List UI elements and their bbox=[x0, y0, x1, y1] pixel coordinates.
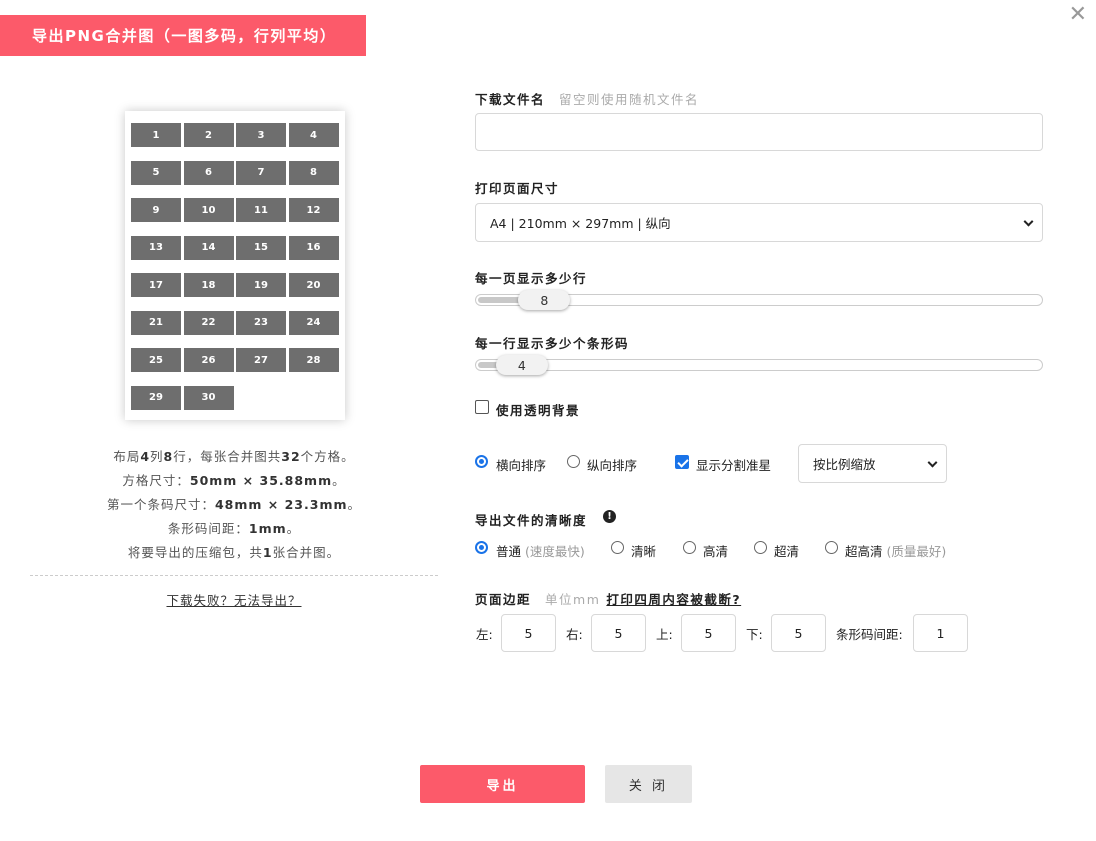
preview-cell: 19 bbox=[236, 273, 286, 297]
dialog-title: 导出PNG合并图（一图多码，行列平均） bbox=[0, 15, 366, 56]
summary-layout-line: 布局4列8行，每张合并图共32个方格。 bbox=[113, 449, 355, 464]
page-size-value: A4 | 210mm × 297mm | 纵向 bbox=[490, 216, 671, 231]
quality-label: 导出文件的清晰度 bbox=[475, 513, 588, 528]
preview-cell: 26 bbox=[183, 348, 234, 372]
close-icon[interactable]: ✕ bbox=[1069, 2, 1087, 27]
codes-slider-thumb[interactable]: 4 bbox=[495, 355, 548, 375]
summary-barcode-size-line: 第一个条码尺寸：48mm × 23.3mm。 bbox=[106, 497, 362, 512]
margin-bottom-input[interactable]: 5 bbox=[771, 614, 826, 652]
preview-cell: 3 bbox=[236, 123, 286, 147]
preview-cell: 5 bbox=[131, 160, 181, 185]
margin-left-label: 左: bbox=[476, 627, 493, 642]
preview-cell: 22 bbox=[183, 310, 234, 335]
quality-option-radio[interactable] bbox=[754, 541, 767, 554]
quality-option-label: 普通 (速度最快) bbox=[496, 544, 585, 559]
margin-bottom-label: 下: bbox=[746, 627, 763, 642]
chevron-down-icon bbox=[1023, 216, 1034, 227]
quality-option-label: 高清 bbox=[703, 544, 729, 559]
preview-cell: 14 bbox=[183, 235, 234, 260]
margin-top-label: 上: bbox=[656, 627, 673, 642]
truncation-help-link[interactable]: 打印四周内容被截断? bbox=[606, 592, 741, 607]
layout-preview: 1 2 3 4 5 6 7 8 9 10 11 12 13 14 15 16 17 18 19 20 21 22 23 24 2… bbox=[125, 111, 345, 420]
crop-marks-label: 显示分割准星 bbox=[696, 458, 772, 473]
scale-mode-value: 按比例缩放 bbox=[813, 457, 876, 472]
preview-cell: 16 bbox=[288, 235, 339, 260]
quality-option-label: 超高清 (质量最好) bbox=[845, 544, 947, 559]
summary-cell-size-line: 方格尺寸：50mm × 35.88mm。 bbox=[122, 473, 346, 488]
quality-option-radio[interactable] bbox=[611, 541, 624, 554]
margin-left-input[interactable]: 5 bbox=[501, 614, 556, 652]
sort-horizontal-label: 横向排序 bbox=[496, 458, 547, 473]
preview-cell: 12 bbox=[288, 198, 339, 222]
filename-hint: 留空则使用随机文件名 bbox=[559, 92, 700, 107]
preview-cell: 17 bbox=[131, 273, 181, 297]
filename-label: 下载文件名 留空则使用随机文件名 bbox=[475, 92, 700, 107]
chevron-down-icon bbox=[927, 457, 938, 468]
preview-cell: 4 bbox=[288, 123, 339, 147]
preview-cell: 9 bbox=[131, 198, 181, 222]
preview-cell: 23 bbox=[236, 310, 286, 335]
preview-cell: 2 bbox=[183, 123, 234, 147]
preview-cell: 11 bbox=[236, 198, 286, 222]
barcode-gap-label: 条形码间距: bbox=[836, 627, 903, 642]
preview-cell: 10 bbox=[183, 198, 234, 222]
preview-cell: 29 bbox=[131, 385, 181, 410]
sort-horizontal-radio[interactable] bbox=[475, 455, 488, 468]
preview-cell: 24 bbox=[288, 310, 339, 335]
preview-cell: 27 bbox=[236, 348, 286, 372]
quality-option-label: 超清 bbox=[774, 544, 800, 559]
preview-cell: 8 bbox=[288, 160, 339, 185]
scale-mode-select[interactable]: 按比例缩放 bbox=[798, 444, 947, 483]
margin-right-input[interactable]: 5 bbox=[591, 614, 646, 652]
crop-marks-checkbox[interactable] bbox=[675, 455, 689, 469]
barcode-gap-input[interactable]: 1 bbox=[913, 614, 968, 652]
summary-spacing-line: 条形码间距：1mm。 bbox=[167, 521, 301, 536]
preview-cell: 25 bbox=[131, 348, 181, 372]
quality-option-radio[interactable] bbox=[825, 541, 838, 554]
filename-input[interactable] bbox=[475, 113, 1043, 151]
preview-cell: 1 bbox=[131, 123, 181, 147]
preview-cell: 6 bbox=[183, 160, 234, 185]
preview-cell: 30 bbox=[183, 385, 234, 410]
margin-top-input[interactable]: 5 bbox=[681, 614, 736, 652]
margins-unit-hint: 单位mm bbox=[545, 592, 601, 607]
page-size-select[interactable]: A4 | 210mm × 297mm | 纵向 bbox=[475, 203, 1043, 242]
margins-label: 页面边距 单位mm 打印四周内容被截断? bbox=[475, 592, 742, 607]
transparent-bg-label: 使用透明背景 bbox=[496, 403, 581, 418]
preview-cell: 28 bbox=[288, 348, 339, 372]
transparent-bg-checkbox[interactable] bbox=[475, 400, 489, 414]
sort-vertical-label: 纵向排序 bbox=[587, 458, 638, 473]
page-size-label: 打印页面尺寸 bbox=[475, 181, 560, 196]
rows-slider-thumb[interactable]: 8 bbox=[518, 290, 571, 310]
preview-cell: 7 bbox=[236, 160, 286, 185]
preview-cell: 13 bbox=[131, 235, 181, 260]
codes-per-row-label: 每一行显示多少个条形码 bbox=[475, 336, 630, 351]
sort-vertical-radio[interactable] bbox=[567, 455, 580, 468]
divider bbox=[30, 575, 438, 576]
quality-option-radio[interactable] bbox=[475, 541, 488, 554]
export-button[interactable]: 导出 bbox=[420, 765, 585, 803]
layout-summary: 布局4列8行，每张合并图共32个方格。 方格尺寸：50mm × 35.88mm。… bbox=[30, 445, 438, 565]
preview-cell: 20 bbox=[288, 273, 339, 297]
preview-cell: 18 bbox=[183, 273, 234, 297]
quality-option-label: 清晰 bbox=[631, 544, 657, 559]
info-icon[interactable]: ! bbox=[603, 510, 616, 523]
rows-per-page-slider[interactable]: 8 bbox=[475, 290, 1043, 310]
download-failed-link[interactable]: 下载失败？无法导出？ bbox=[30, 590, 438, 609]
codes-per-row-slider[interactable]: 4 bbox=[475, 355, 1043, 375]
preview-cell: 21 bbox=[131, 310, 181, 335]
preview-cell: 15 bbox=[236, 235, 286, 260]
rows-per-page-label: 每一页显示多少行 bbox=[475, 271, 588, 286]
margin-right-label: 右: bbox=[566, 627, 583, 642]
quality-option-radio[interactable] bbox=[683, 541, 696, 554]
summary-count-line: 将要导出的压缩包，共1张合并图。 bbox=[127, 545, 341, 560]
close-button[interactable]: 关 闭 bbox=[605, 765, 692, 803]
